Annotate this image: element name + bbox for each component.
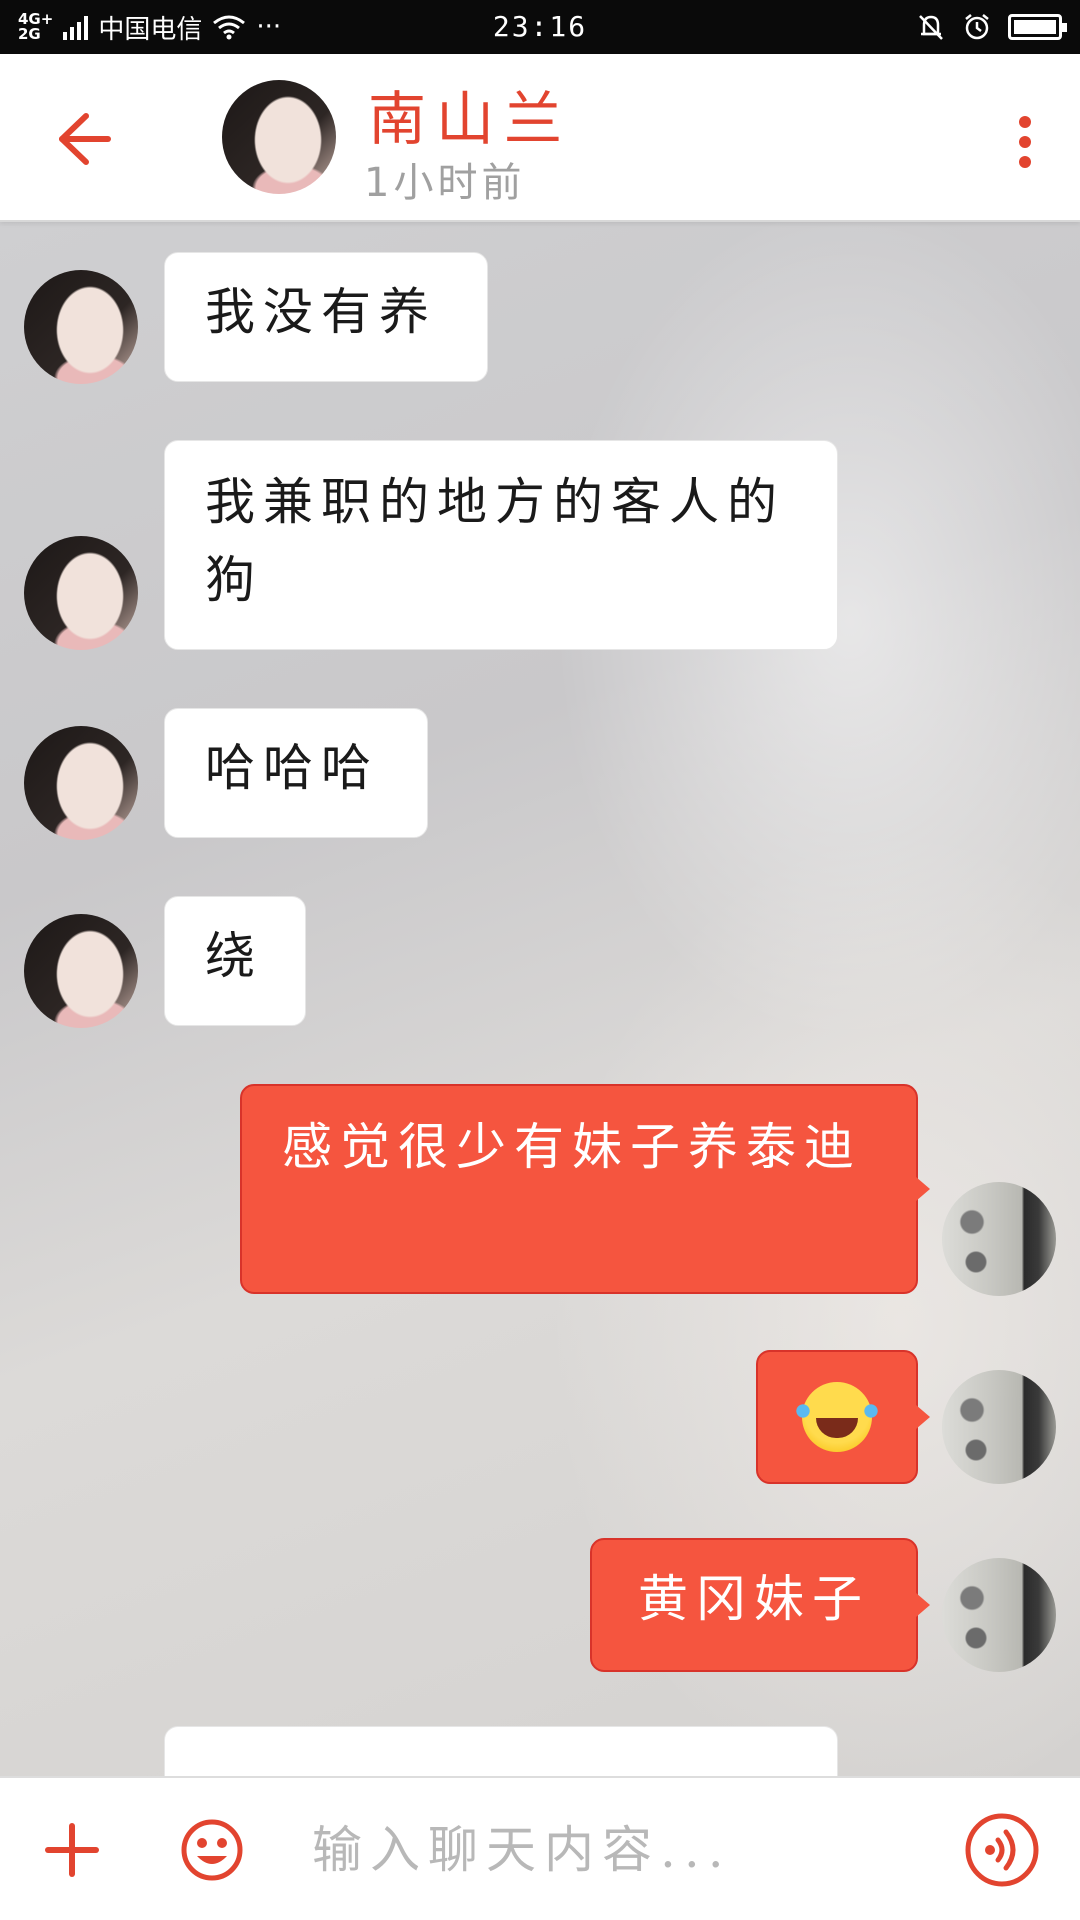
message-bubble-incoming[interactable]: 哈哈哈 [164, 708, 428, 838]
chat-screen: 4G+ 2G 中国电信 ··· 23:16 南山兰 1小时前 我没有养 我兼职的… [0, 0, 1080, 1920]
message-input[interactable] [312, 1810, 932, 1890]
contact-avatar[interactable] [24, 726, 138, 840]
message-text: 我兼职的地方的客人的狗 [205, 473, 785, 609]
message-bubble-incoming[interactable]: 我没有养 [164, 252, 488, 382]
status-time: 23:16 [492, 10, 588, 43]
last-seen: 1小时前 [364, 160, 526, 206]
message-bubble-outgoing[interactable] [756, 1350, 930, 1484]
plus-icon[interactable] [44, 1822, 100, 1878]
my-avatar[interactable] [942, 1558, 1056, 1672]
my-avatar[interactable] [942, 1370, 1056, 1484]
message-list[interactable]: 我没有养 我兼职的地方的客人的狗 哈哈哈 绕 感觉很少有妹子养泰迪 黄冈妹子 [0, 222, 1080, 1776]
face-with-tears-of-joy-icon [796, 1382, 878, 1452]
my-avatar[interactable] [942, 1182, 1056, 1296]
input-bar [0, 1776, 1080, 1920]
message-bubble-incoming[interactable]: 绕 [164, 896, 306, 1026]
contact-avatar[interactable] [24, 914, 138, 1028]
status-bar: 4G+ 2G 中国电信 ··· 23:16 [0, 0, 1080, 54]
back-arrow-icon[interactable] [48, 104, 118, 174]
message-bubble-incoming[interactable]: 我兼职的地方的客人的狗 [164, 440, 838, 650]
message-text: 绕 [205, 927, 263, 985]
chat-header: 南山兰 1小时前 [0, 54, 1080, 222]
message-bubble-incoming-partial[interactable] [164, 1726, 838, 1776]
message-text: 我没有养 [205, 283, 437, 341]
contact-avatar[interactable] [24, 270, 138, 384]
message-text: 哈哈哈 [205, 739, 379, 797]
voice-icon[interactable] [964, 1812, 1040, 1888]
message-text: 感觉很少有妹子养泰迪 [282, 1118, 862, 1176]
battery-icon [1008, 14, 1067, 40]
contact-avatar[interactable] [222, 80, 336, 194]
emoji-icon[interactable] [180, 1818, 244, 1882]
message-bubble-outgoing[interactable]: 黄冈妹子 [590, 1538, 930, 1672]
message-bubble-outgoing[interactable]: 感觉很少有妹子养泰迪 [240, 1084, 930, 1294]
message-text: 黄冈妹子 [638, 1570, 870, 1628]
contact-name[interactable]: 南山兰 [368, 72, 572, 156]
contact-avatar[interactable] [24, 536, 138, 650]
more-options-icon[interactable] [1010, 112, 1040, 172]
